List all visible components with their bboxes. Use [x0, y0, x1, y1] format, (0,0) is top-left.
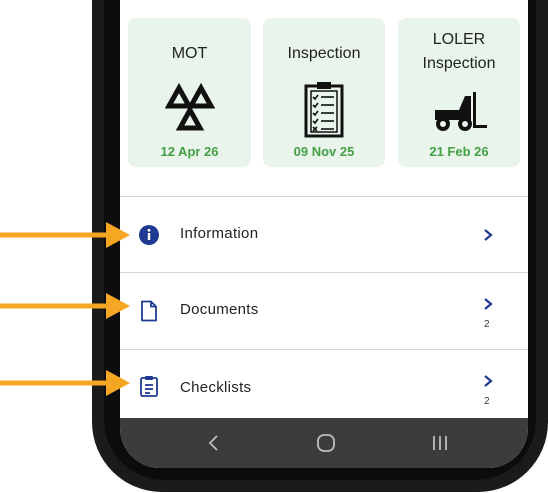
card-inspection[interactable]: Inspection 09 Nov 25	[263, 18, 385, 167]
menu-item-label: Documents	[180, 301, 259, 318]
clipboard-checklist-icon	[304, 82, 344, 138]
nav-back-button[interactable]	[184, 418, 244, 468]
menu-item-information[interactable]: Information	[120, 196, 528, 272]
info-icon	[139, 225, 159, 245]
nav-recents-button[interactable]	[410, 418, 470, 468]
card-mot[interactable]: MOT 12 Apr 26	[128, 18, 251, 167]
annotation-arrow	[0, 293, 130, 319]
chevron-right-icon	[484, 375, 493, 387]
card-date: 09 Nov 25	[293, 144, 355, 159]
annotation-arrow	[0, 222, 130, 248]
nav-home-button[interactable]	[296, 418, 356, 468]
card-loler-inspection[interactable]: LOLER Inspection 21 Feb 26	[398, 18, 520, 167]
document-count: 2	[484, 319, 490, 330]
menu-item-label: Checklists	[180, 379, 252, 396]
triangle-stack-icon	[164, 82, 215, 131]
menu-item-documents[interactable]: Documents 2	[120, 272, 528, 348]
annotation-arrow	[0, 370, 130, 396]
app-screen: MOT 12 Apr 26 Inspection 09 Nov 25 LOLER…	[120, 0, 528, 468]
status-cards: MOT 12 Apr 26 Inspection 09 Nov 25 LOLER…	[120, 18, 528, 168]
checklist-count: 2	[484, 396, 490, 407]
document-icon	[141, 300, 157, 322]
menu-item-label: Information	[180, 225, 259, 242]
card-title: Inspection	[287, 45, 361, 62]
card-title: MOT	[171, 45, 208, 62]
menu-item-checklists[interactable]: Checklists 2	[120, 349, 528, 425]
card-date: 21 Feb 26	[429, 144, 489, 159]
chevron-right-icon	[484, 229, 493, 241]
chevron-right-icon	[484, 298, 493, 310]
system-navigation-bar	[120, 418, 528, 468]
forklift-icon	[435, 92, 487, 131]
back-icon	[208, 435, 218, 451]
checklist-icon	[140, 376, 158, 397]
card-date: 12 Apr 26	[160, 144, 219, 159]
home-icon	[317, 434, 335, 452]
card-title: LOLER Inspection	[422, 31, 496, 72]
recents-icon	[433, 436, 447, 450]
